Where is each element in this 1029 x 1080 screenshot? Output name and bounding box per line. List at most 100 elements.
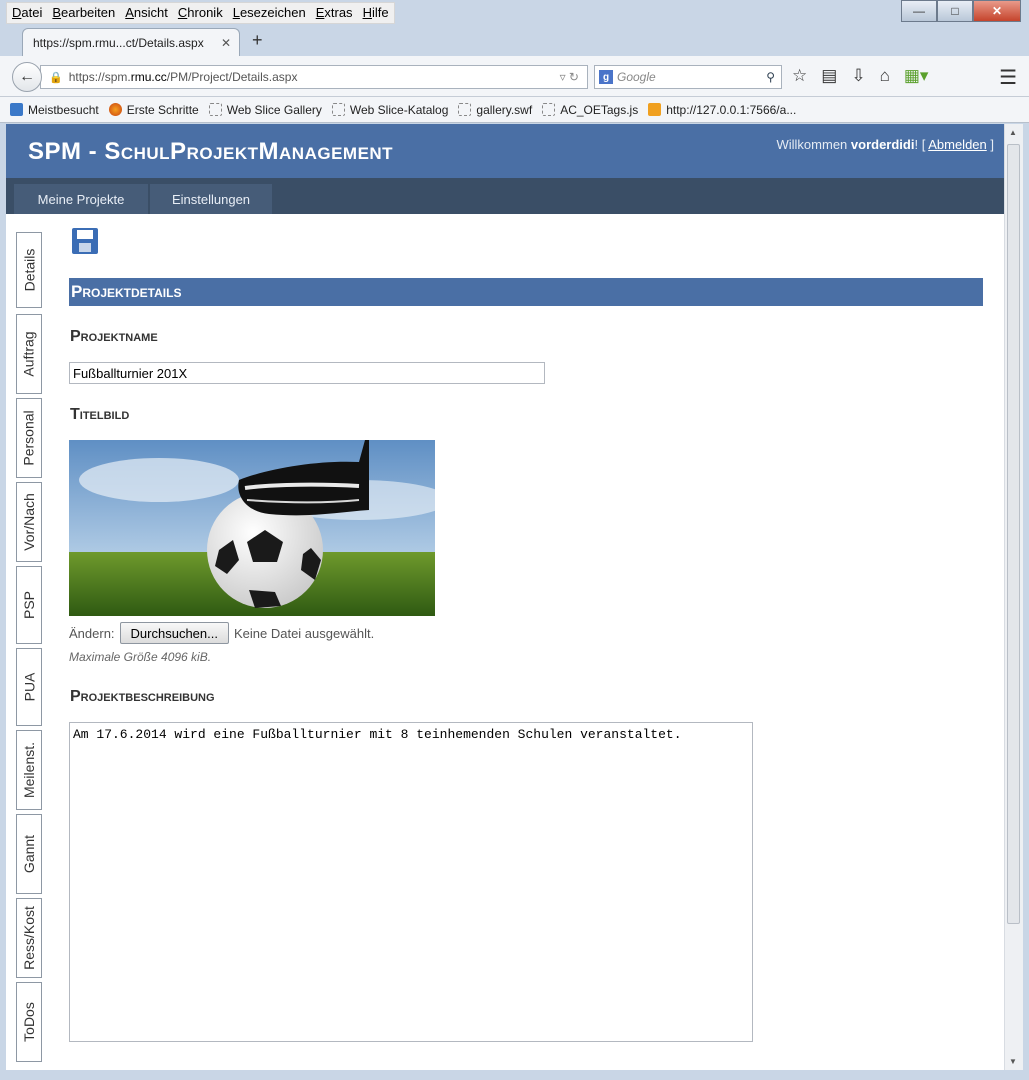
tab-strip: https://spm.rmu...ct/Details.aspx ✕ + — [0, 26, 1029, 56]
maximize-button[interactable]: □ — [937, 0, 973, 22]
sidetab-gannt[interactable]: Gannt — [16, 814, 42, 894]
sidetab-auftrag[interactable]: Auftrag — [16, 314, 42, 394]
menu-lesezeichen[interactable]: Lesezeichen — [228, 3, 311, 23]
username: vorderdidi — [850, 137, 915, 152]
file-upload-row: Ändern: Durchsuchen... Keine Datei ausge… — [69, 622, 374, 644]
new-tab-icon[interactable]: + — [252, 30, 263, 51]
sidetab-label: Vor/Nach — [21, 493, 37, 551]
url-bar[interactable]: 🔒 https://spm. rmu.cc/PM/Project/Details.… — [40, 65, 588, 89]
project-name-input[interactable] — [69, 362, 545, 384]
url-path: /PM/Project/Details.aspx — [166, 70, 298, 84]
rss-icon — [648, 103, 662, 116]
firefox-icon — [108, 103, 122, 116]
menu-meine-projekte[interactable]: Meine Projekte — [14, 184, 148, 214]
close-icon: ✕ — [991, 4, 1003, 18]
app-title: SPM - SchulProjektManagement — [28, 138, 394, 165]
bookmark-label: Web Slice Gallery — [226, 102, 322, 117]
lock-icon: 🔒 — [49, 71, 63, 84]
sidetab-todos[interactable]: ToDos — [16, 982, 42, 1062]
scrollbar-thumb[interactable] — [1007, 144, 1020, 924]
menu-ansicht[interactable]: Ansicht — [120, 3, 173, 23]
scroll-up-icon[interactable]: ▲ — [1009, 128, 1017, 137]
menu-datei[interactable]: Datei — [7, 3, 47, 23]
welcome-text: Willkommen vorderdidi! [ Abmelden ] — [777, 137, 995, 152]
project-description-label: Projektbeschreibung — [70, 688, 215, 705]
sidetab-label: Ress/Kost — [21, 906, 37, 970]
bookmark-web-slice-katalog[interactable]: Web Slice-Katalog — [331, 102, 449, 117]
no-file-text: Keine Datei ausgewählt. — [233, 625, 375, 641]
bookmark-ac-oetags[interactable]: AC_OETags.js — [542, 103, 638, 117]
url-prefix: https://spm. — [68, 70, 131, 84]
project-name-label: Projektname — [70, 328, 158, 345]
sidetab-label: Personal — [21, 410, 38, 466]
addon-icon[interactable]: ▦▾ — [904, 66, 929, 86]
bookmark-web-slice-gallery[interactable]: Web Slice Gallery — [208, 102, 322, 117]
sidetab-ress-kost[interactable]: Ress/Kost — [16, 898, 42, 978]
logout-link[interactable]: Abmelden — [928, 137, 987, 152]
page-icon — [542, 103, 556, 116]
back-arrow-icon: ← — [19, 68, 35, 85]
url-host: rmu.cc — [130, 70, 167, 84]
menu-einstellungen[interactable]: Einstellungen — [150, 184, 272, 214]
menu-extras[interactable]: Extras — [311, 3, 358, 23]
scroll-down-icon[interactable]: ▼ — [1009, 1057, 1017, 1066]
bookmark-label: Meistbesucht — [28, 102, 99, 117]
sidetab-personal[interactable]: Personal — [16, 398, 42, 478]
page-scrollbar[interactable]: ▲ ▼ — [1004, 124, 1023, 1070]
sidetab-details[interactable]: Details — [16, 232, 42, 308]
sidetab-pua[interactable]: PUA — [16, 648, 42, 726]
page-icon — [331, 103, 345, 116]
back-button[interactable]: ← — [12, 62, 42, 92]
bookmark-label: http://127.0.0.1:7566/a... — [666, 102, 797, 117]
sidetab-psp[interactable]: PSP — [16, 566, 42, 644]
max-size-hint: Maximale Größe 4096 kiB. — [69, 650, 212, 664]
menu-hilfe[interactable]: Hilfe — [358, 3, 394, 23]
sidetab-label: Meilenst. — [21, 741, 37, 799]
page-icon — [208, 103, 222, 116]
minimize-icon: — — [913, 4, 925, 18]
reload-icon[interactable]: ▿ ↻ — [560, 70, 579, 84]
reading-list-icon[interactable]: ▤ — [821, 66, 837, 86]
bookmark-erste-schritte[interactable]: Erste Schritte — [108, 102, 199, 117]
window-bottom-frame — [0, 1070, 1029, 1080]
welcome-mid: ! [ — [914, 137, 929, 152]
menu-chronik[interactable]: Chronik — [173, 3, 228, 23]
close-window-button[interactable]: ✕ — [973, 0, 1021, 22]
search-placeholder: Google — [617, 70, 656, 84]
menu-bar: Datei Bearbeiten Ansicht Chronik Lesezei… — [6, 2, 395, 24]
save-icon[interactable] — [72, 228, 98, 254]
bookmark-localhost[interactable]: http://127.0.0.1:7566/a... — [648, 103, 796, 117]
search-icon[interactable]: ⚲ — [766, 70, 775, 84]
navigation-toolbar: 🔒 https://spm. rmu.cc/PM/Project/Details.… — [0, 56, 1029, 97]
sidetab-meilenst[interactable]: Meilenst. — [16, 730, 42, 810]
welcome-suffix: ] — [986, 137, 994, 152]
minimize-button[interactable]: — — [901, 0, 937, 22]
sidetab-label: PUA — [21, 672, 38, 702]
sidetab-vor-nach[interactable]: Vor/Nach — [16, 482, 42, 562]
home-icon[interactable]: ⌂ — [880, 66, 890, 86]
search-box[interactable]: g Google ⚲ — [594, 65, 782, 89]
bookmark-meistbesucht[interactable]: Meistbesucht — [10, 103, 99, 117]
menu-bearbeiten[interactable]: Bearbeiten — [47, 3, 120, 23]
toolbar-icons: ☆ ▤ ⇩ ⌂ ▦▾ — [792, 66, 928, 86]
tab-close-icon[interactable]: ✕ — [221, 36, 231, 50]
bookmark-gallery-swf[interactable]: gallery.swf — [458, 103, 532, 117]
soccer-photo — [69, 440, 435, 616]
sidetab-label: PSP — [21, 590, 38, 620]
sidetab-label: ToDos — [21, 1002, 37, 1042]
title-image-label: Titelbild — [70, 406, 130, 423]
hamburger-menu-icon[interactable]: ☰ — [999, 65, 1017, 90]
browser-tab[interactable]: https://spm.rmu...ct/Details.aspx ✕ — [22, 28, 240, 56]
google-engine-icon[interactable]: g — [599, 70, 613, 84]
page-content: SPM - SchulProjektManagement Willkommen … — [6, 124, 1004, 1070]
maximize-icon: □ — [951, 4, 959, 18]
welcome-prefix: Willkommen — [776, 137, 851, 152]
project-description-textarea[interactable]: Am 17.6.2014 wird eine Fußballturnier mi… — [69, 722, 753, 1042]
browse-button[interactable]: Durchsuchen... — [119, 622, 229, 644]
most-visited-icon — [10, 103, 23, 116]
bookmark-star-icon[interactable]: ☆ — [792, 66, 807, 86]
window-controls: — □ ✕ — [901, 0, 1021, 22]
download-icon[interactable]: ⇩ — [851, 66, 865, 86]
bookmark-label: Erste Schritte — [126, 102, 199, 117]
bookmark-label: Web Slice-Katalog — [349, 102, 449, 117]
